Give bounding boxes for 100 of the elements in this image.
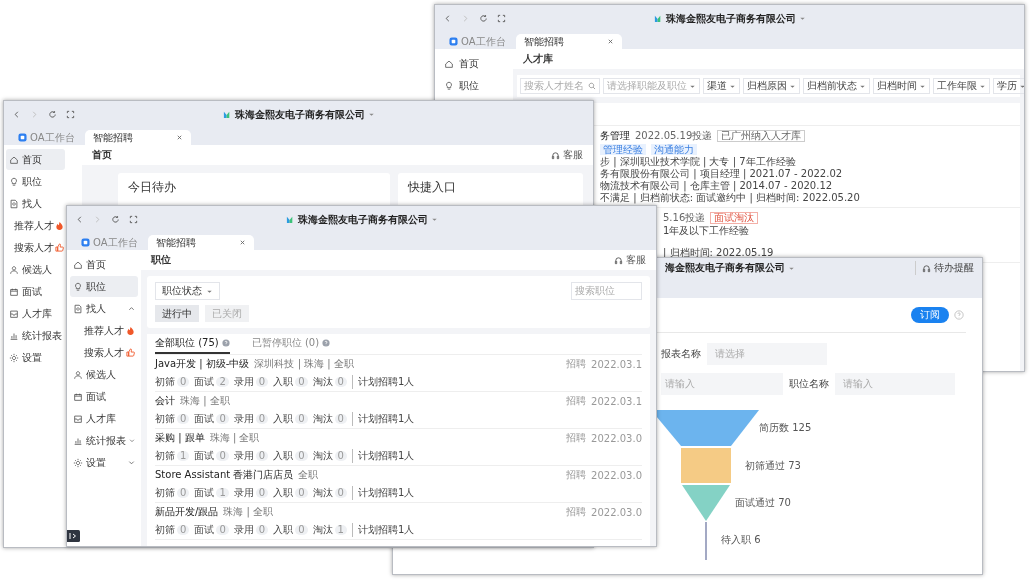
stage-count[interactable]: 初筛 0 bbox=[155, 486, 190, 500]
list-tab[interactable]: 已暂停职位 (0) bbox=[251, 334, 331, 354]
caret-icon[interactable] bbox=[367, 111, 375, 118]
sidebar-item[interactable]: 候选人 bbox=[70, 364, 138, 385]
sidebar-item[interactable]: 设置 bbox=[70, 452, 138, 473]
field-label: 职位名称 bbox=[789, 377, 829, 391]
stage-count[interactable]: 淘汰 0 bbox=[312, 375, 347, 389]
sidebar-item[interactable]: 首页 bbox=[6, 149, 65, 170]
stage-count[interactable]: 入职 0 bbox=[273, 486, 308, 500]
list-tab[interactable]: 全部职位 (75) bbox=[155, 334, 230, 354]
caret-icon[interactable] bbox=[430, 216, 438, 223]
sidebar-item[interactable]: 人才库 bbox=[6, 303, 65, 324]
stage-count[interactable]: 面试 2 bbox=[194, 375, 229, 389]
collapse-icon[interactable] bbox=[67, 530, 80, 542]
service-link[interactable]: 客服 bbox=[551, 148, 583, 162]
forward-icon[interactable] bbox=[93, 215, 102, 224]
sidebar-item[interactable]: 职位 bbox=[439, 75, 509, 96]
sidebar-item[interactable]: 统计报表 bbox=[70, 430, 138, 451]
forward-icon[interactable] bbox=[30, 110, 39, 119]
stage-count[interactable]: 初筛 0 bbox=[155, 412, 190, 426]
stage-count[interactable]: 面试 0 bbox=[194, 523, 229, 537]
stage-count[interactable]: 入职 0 bbox=[273, 449, 308, 463]
stage-count[interactable]: 初筛 1 bbox=[155, 449, 190, 463]
fullscreen-icon[interactable] bbox=[129, 215, 138, 224]
chevron-down-icon[interactable] bbox=[129, 437, 135, 444]
sidebar-subitem[interactable]: 搜索人才 bbox=[70, 342, 138, 363]
sidebar-subitem[interactable]: 搜索人才 bbox=[6, 237, 64, 258]
sidebar-item[interactable]: 首页 bbox=[439, 53, 509, 74]
refresh-icon[interactable] bbox=[111, 215, 120, 224]
fullscreen-icon[interactable] bbox=[497, 14, 506, 23]
sidebar-item[interactable]: 面试 bbox=[70, 386, 138, 407]
sidebar-item[interactable]: 找人 bbox=[6, 193, 65, 214]
filter-dropdown[interactable]: 渠道 bbox=[703, 78, 740, 94]
help-icon bbox=[221, 339, 230, 347]
refresh-icon[interactable] bbox=[48, 110, 57, 119]
job-title[interactable]: 新品开发/跟品 bbox=[155, 505, 219, 519]
stage-count[interactable]: 录用 0 bbox=[233, 375, 269, 389]
job-title[interactable]: 会计 bbox=[155, 394, 175, 408]
stage-count[interactable]: 录用 0 bbox=[233, 449, 269, 463]
stage-count[interactable]: 入职 0 bbox=[273, 375, 308, 389]
filter-dropdown[interactable]: 归档前状态 bbox=[803, 78, 870, 94]
stage-count[interactable]: 淘汰 1 bbox=[312, 523, 347, 537]
sidebar-subitem[interactable]: 推荐人才 bbox=[6, 215, 64, 236]
forward-icon[interactable] bbox=[461, 14, 470, 23]
filter-dropdown[interactable]: 工作年限 bbox=[933, 78, 990, 94]
back-icon[interactable] bbox=[75, 215, 84, 224]
refresh-icon[interactable] bbox=[479, 14, 488, 23]
stage-count[interactable]: 面试 1 bbox=[194, 486, 229, 500]
chevron-down-icon[interactable] bbox=[128, 459, 135, 466]
close-icon[interactable] bbox=[238, 239, 246, 246]
sidebar-item[interactable]: 面试 bbox=[6, 281, 65, 302]
status-dropdown[interactable]: 职位状态 bbox=[155, 282, 220, 300]
stage-count[interactable]: 淘汰 0 bbox=[312, 449, 347, 463]
company-name[interactable]: 珠海金熙友电子商务有限公司 bbox=[234, 107, 365, 122]
chevron-up-icon[interactable] bbox=[128, 305, 135, 312]
subscribe-button[interactable]: 订阅 bbox=[911, 307, 949, 323]
sidebar-item[interactable]: 首页 bbox=[70, 254, 138, 275]
sidebar-item[interactable]: 职位 bbox=[70, 276, 138, 297]
company-name[interactable]: 珠海金熙友电子商务有限公司 bbox=[665, 11, 796, 26]
filter-dropdown[interactable]: 学历 bbox=[993, 78, 1024, 94]
notice-link[interactable]: 待办提醒 bbox=[934, 261, 974, 275]
stage-count[interactable]: 入职 0 bbox=[273, 523, 308, 537]
stage-count[interactable]: 面试 0 bbox=[194, 412, 229, 426]
caret-icon[interactable] bbox=[798, 15, 806, 22]
company-name[interactable]: 珠海金熙友电子商务有限公司 bbox=[297, 212, 428, 227]
sidebar-item[interactable]: 人才库 bbox=[70, 408, 138, 429]
sidebar-item[interactable]: 职位 bbox=[6, 171, 65, 192]
browser-tab[interactable]: 智能招聘 bbox=[515, 34, 622, 49]
filter-dropdown[interactable]: 归档时间 bbox=[873, 78, 930, 94]
service-link[interactable]: 客服 bbox=[614, 253, 646, 267]
stage-count[interactable]: 录用 0 bbox=[233, 412, 269, 426]
stage-count[interactable]: 面试 0 bbox=[194, 449, 229, 463]
stage-count[interactable]: 初筛 0 bbox=[155, 375, 190, 389]
job-title[interactable]: Java开发 | 初级-中级 bbox=[155, 357, 250, 371]
filter-dropdown[interactable]: 归档原因 bbox=[743, 78, 800, 94]
stage-count[interactable]: 淘汰 0 bbox=[312, 412, 347, 426]
headset-icon[interactable] bbox=[922, 263, 931, 273]
stage-count[interactable]: 入职 0 bbox=[273, 412, 308, 426]
sidebar-item[interactable]: 候选人 bbox=[6, 259, 65, 280]
sidebar-item[interactable]: 找人 bbox=[70, 298, 138, 319]
close-icon[interactable] bbox=[175, 134, 183, 141]
candidate-name[interactable]: 务管理 bbox=[600, 129, 630, 143]
browser-tab[interactable]: 智能招聘 bbox=[147, 235, 254, 250]
fullscreen-icon[interactable] bbox=[66, 110, 75, 119]
close-icon[interactable] bbox=[606, 38, 614, 45]
sidebar-item[interactable]: 设置 bbox=[6, 347, 65, 368]
job-title[interactable]: Store Assistant 香港门店店员 bbox=[155, 468, 294, 482]
back-icon[interactable] bbox=[443, 14, 452, 23]
job-title[interactable]: 采购 | 跟单 bbox=[155, 431, 205, 445]
sidebar-item[interactable]: 统计报表 bbox=[6, 325, 65, 346]
stage-count[interactable]: 录用 0 bbox=[233, 486, 269, 500]
status-button[interactable]: 进行中 bbox=[155, 305, 199, 322]
help-icon[interactable] bbox=[954, 310, 964, 320]
back-icon[interactable] bbox=[12, 110, 21, 119]
stage-count[interactable]: 淘汰 0 bbox=[312, 486, 347, 500]
sidebar-subitem[interactable]: 推荐人才 bbox=[70, 320, 138, 341]
stage-count[interactable]: 录用 0 bbox=[233, 523, 269, 537]
browser-tab[interactable]: 智能招聘 bbox=[84, 130, 191, 145]
company-name[interactable]: 海金熙友电子商务有限公司 bbox=[665, 261, 785, 275]
stage-count[interactable]: 初筛 0 bbox=[155, 523, 190, 537]
